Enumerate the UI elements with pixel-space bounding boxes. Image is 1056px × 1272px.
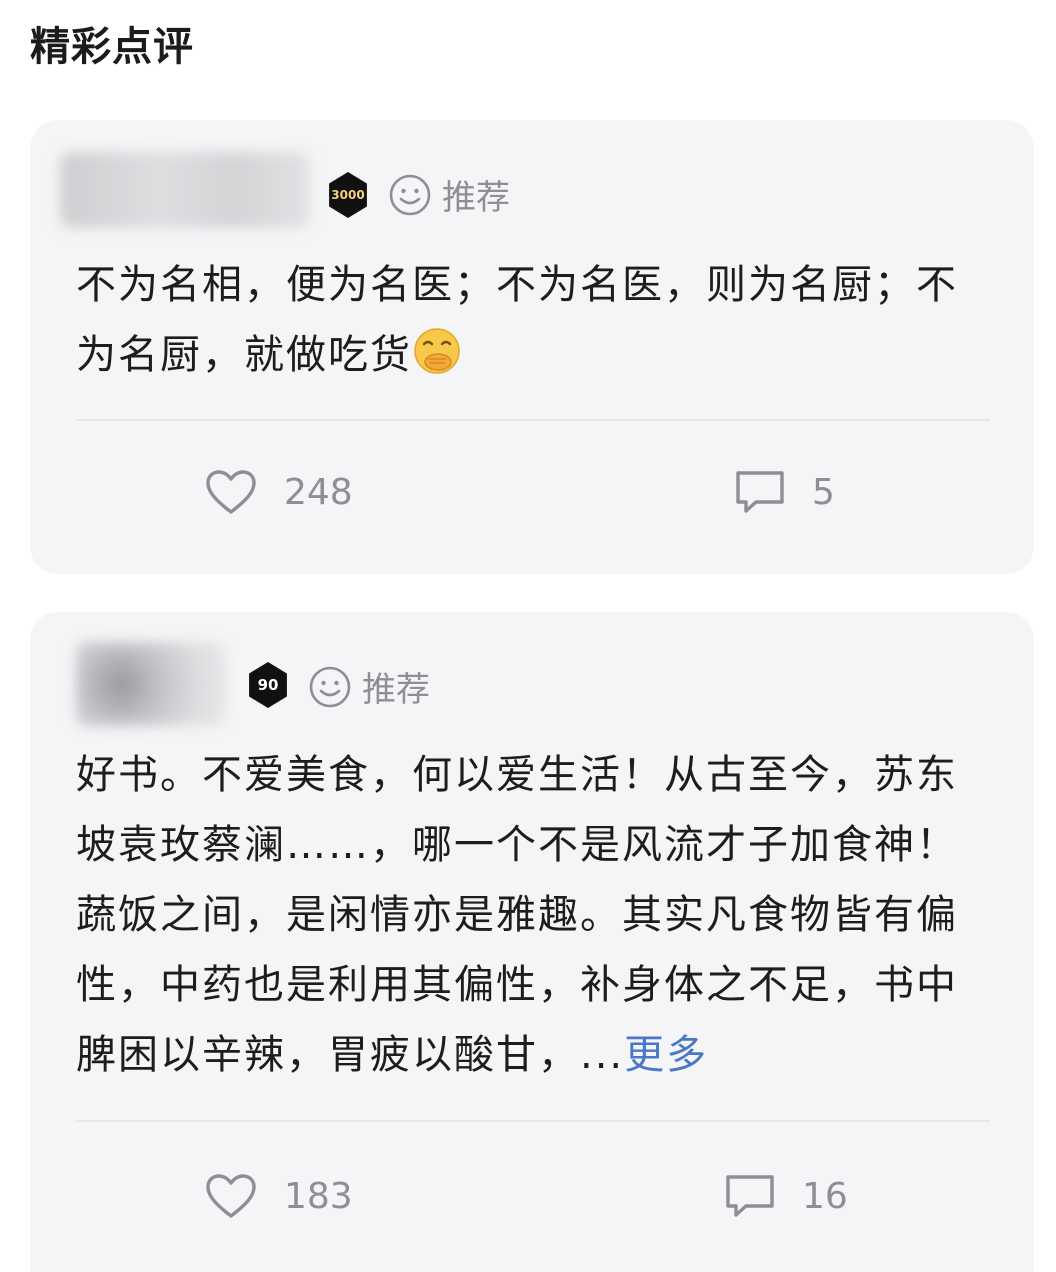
comment-bubble-icon xyxy=(736,471,784,513)
recommend-label: 推荐 xyxy=(362,670,430,710)
recommend-tag: 推荐 xyxy=(308,662,430,711)
heart-icon xyxy=(206,1174,256,1218)
like-count: 183 xyxy=(284,1175,353,1217)
review-card[interactable]: 3000 推荐 不为名相，便为名医；不为名医，则为名厨；不为名厨，就做吃货 24… xyxy=(30,120,1034,574)
divider xyxy=(76,419,990,421)
review-body: 好书。不爱美食，何以爱生活！从古至今，苏东坡袁玫蔡澜……，哪一个不是风流才子加食… xyxy=(76,752,958,1078)
blurred-user-info[interactable] xyxy=(76,642,226,726)
section-title: 精彩点评 xyxy=(30,24,194,70)
review-card[interactable]: 90 推荐 好书。不爱美食，何以爱生活！从古至今，苏东坡袁玫蔡澜……，哪一个不是… xyxy=(30,612,1034,1272)
hand-over-mouth-emoji-icon xyxy=(414,328,460,374)
like-count: 248 xyxy=(284,471,353,513)
smile-icon xyxy=(309,666,351,707)
like-button[interactable]: 183 xyxy=(204,1172,353,1220)
blurred-user-info[interactable] xyxy=(60,152,310,228)
comment-bubble-icon xyxy=(726,1175,774,1217)
smile-icon xyxy=(389,174,431,215)
ellipsis: ... xyxy=(580,1032,625,1078)
level-badge: 3000 xyxy=(329,172,367,218)
more-link[interactable]: 更多 xyxy=(624,1032,708,1078)
review-text[interactable]: 好书。不爱美食，何以爱生活！从古至今，苏东坡袁玫蔡澜……，哪一个不是风流才子加食… xyxy=(76,740,996,1090)
comment-count: 16 xyxy=(802,1175,848,1217)
heart-icon xyxy=(206,470,256,514)
review-text[interactable]: 不为名相，便为名医；不为名医，则为名厨；不为名厨，就做吃货 xyxy=(76,250,996,390)
level-badge: 90 xyxy=(249,662,287,708)
comment-button[interactable]: 5 xyxy=(734,468,835,516)
comment-button[interactable]: 16 xyxy=(724,1172,848,1220)
recommend-label: 推荐 xyxy=(442,178,510,218)
recommend-tag: 推荐 xyxy=(388,170,510,219)
review-body: 不为名相，便为名医；不为名医，则为名厨；不为名厨，就做吃货 xyxy=(76,262,958,378)
divider xyxy=(76,1120,990,1122)
comment-count: 5 xyxy=(812,471,835,513)
like-button[interactable]: 248 xyxy=(204,468,353,516)
